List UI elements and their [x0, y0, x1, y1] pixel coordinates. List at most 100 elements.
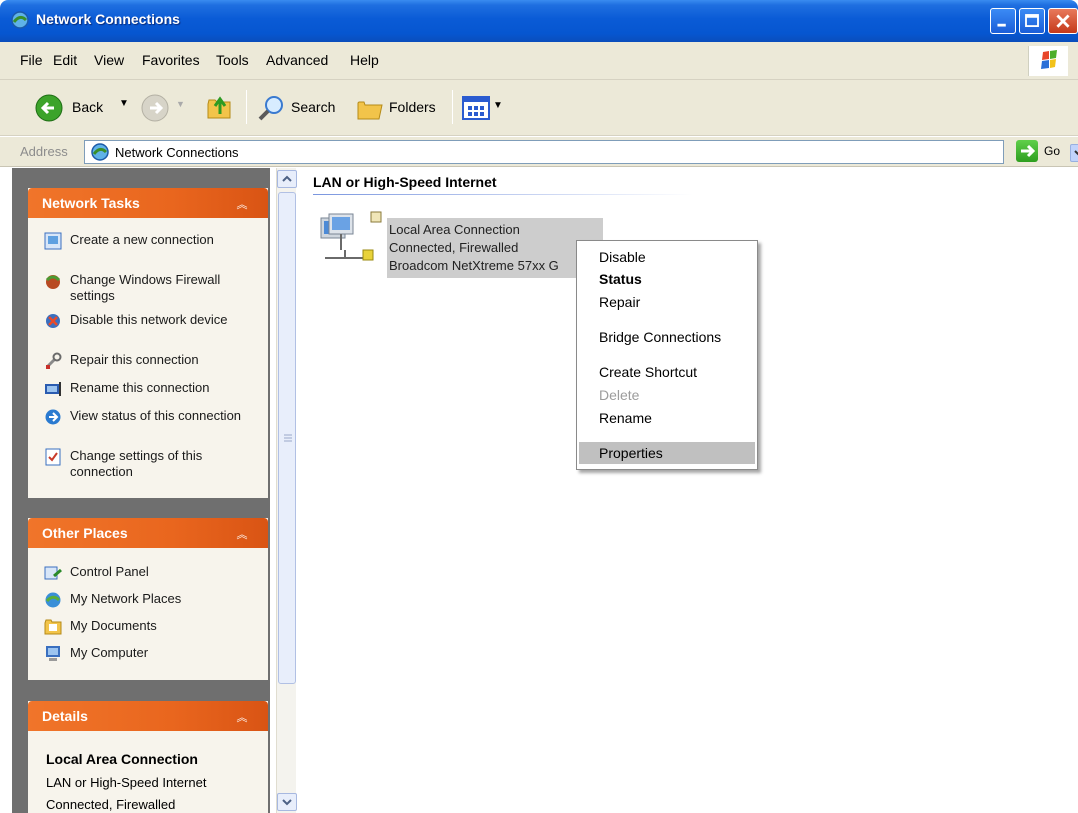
views-dropdown-icon: ▼ — [493, 100, 503, 111]
task-repair-connection[interactable]: Repair this connection — [44, 352, 250, 370]
properties-icon — [45, 448, 61, 466]
menu-separator — [581, 318, 753, 319]
maximize-icon — [1025, 14, 1039, 27]
place-control-panel[interactable]: Control Panel — [44, 564, 250, 582]
place-label: Control Panel — [70, 564, 149, 579]
menu-edit[interactable]: Edit — [53, 52, 77, 68]
chevron-up-icon — [282, 175, 292, 182]
chevron-up-icon[interactable]: ︽ — [234, 196, 250, 211]
network-places-icon — [45, 592, 61, 608]
menu-favorites[interactable]: Favorites — [142, 52, 200, 68]
network-connections-icon — [11, 11, 29, 29]
place-label: My Network Places — [70, 591, 182, 606]
minimize-button[interactable] — [990, 8, 1016, 34]
address-dropdown-button[interactable] — [1070, 144, 1078, 162]
chevron-up-icon[interactable]: ︽ — [234, 526, 250, 541]
details-status: Connected, Firewalled — [46, 797, 176, 812]
place-label: My Computer — [70, 645, 149, 660]
control-panel-icon — [44, 566, 62, 580]
task-rename-connection[interactable]: Rename this connection — [44, 380, 250, 398]
network-tasks-header[interactable]: Network Tasks ︽ — [28, 188, 268, 218]
task-label: Create a new connection — [70, 232, 214, 247]
lan-connection-icon — [320, 211, 382, 261]
scroll-down-button[interactable] — [277, 793, 297, 811]
task-firewall-settings[interactable]: Change Windows Firewall settings — [44, 272, 250, 304]
chevron-down-icon — [282, 799, 292, 806]
new-connection-icon — [44, 232, 62, 250]
search-icon — [258, 96, 283, 121]
address-value: Network Connections — [115, 145, 239, 160]
context-menu: Disable Status Repair Bridge Connections… — [576, 240, 758, 470]
windows-flag-icon — [1041, 50, 1057, 69]
search-button[interactable]: Search — [256, 92, 348, 124]
menu-item-properties[interactable]: Properties — [579, 442, 755, 464]
menu-item-status[interactable]: Status — [579, 268, 755, 290]
task-disable-device[interactable]: Disable this network device — [44, 312, 250, 330]
other-places-panel: Other Places ︽ Control Panel My Network … — [28, 518, 268, 680]
back-label: Back — [72, 99, 104, 115]
folders-icon — [357, 101, 383, 120]
menu-item-create-shortcut[interactable]: Create Shortcut — [579, 361, 755, 383]
place-my-computer[interactable]: My Computer — [44, 645, 250, 663]
menu-item-bridge-connections[interactable]: Bridge Connections — [579, 326, 755, 348]
panel-title: Network Tasks — [42, 195, 140, 211]
menu-help[interactable]: Help — [350, 52, 379, 68]
menu-item-rename[interactable]: Rename — [579, 407, 755, 429]
go-button[interactable] — [1016, 140, 1038, 162]
back-dropdown-icon[interactable]: ▼ — [119, 98, 129, 109]
menu-advanced[interactable]: Advanced — [266, 52, 328, 68]
menu-view[interactable]: View — [94, 52, 124, 68]
other-places-header[interactable]: Other Places ︽ — [28, 518, 268, 548]
scroll-up-button[interactable] — [277, 170, 297, 188]
menu-tools[interactable]: Tools — [216, 52, 249, 68]
task-label: View status of this connection — [70, 408, 242, 423]
search-label: Search — [291, 99, 336, 115]
task-label: Repair this connection — [70, 352, 199, 367]
firewall-icon — [45, 275, 61, 289]
address-label: Address — [20, 144, 68, 159]
menu-item-disable[interactable]: Disable — [579, 246, 755, 268]
details-type: LAN or High-Speed Internet — [46, 775, 207, 790]
group-divider — [313, 194, 693, 195]
address-bar: Address Network Connections Go — [0, 137, 1078, 167]
menu-item-delete: Delete — [599, 387, 640, 403]
scroll-thumb[interactable] — [278, 192, 296, 684]
details-header[interactable]: Details ︽ — [28, 701, 268, 731]
place-my-network-places[interactable]: My Network Places — [44, 591, 250, 609]
connection-device: Broadcom NetXtreme 57xx G — [389, 258, 559, 273]
task-pane: Network Tasks ︽ Create a new connection … — [12, 168, 270, 813]
maximize-button[interactable] — [1019, 8, 1045, 34]
menu-item-repair[interactable]: Repair — [579, 291, 755, 313]
address-input[interactable]: Network Connections — [84, 140, 1078, 164]
task-create-connection[interactable]: Create a new connection — [44, 232, 250, 250]
forward-dropdown-icon[interactable]: ▼ — [176, 99, 185, 109]
place-my-documents[interactable]: My Documents — [44, 618, 250, 636]
go-arrow-icon — [1021, 144, 1036, 158]
task-view-status[interactable]: View status of this connection — [44, 408, 250, 426]
forward-arrow-icon[interactable] — [140, 93, 170, 123]
menu-separator — [581, 434, 753, 435]
grip-icon — [284, 434, 292, 442]
close-icon — [1056, 14, 1070, 28]
connection-name: Local Area Connection — [389, 222, 520, 237]
up-folder-icon[interactable] — [205, 92, 235, 122]
menu-file[interactable]: File — [20, 52, 43, 68]
title-bar[interactable]: Network Connections — [0, 0, 1078, 42]
panel-title: Other Places — [42, 525, 128, 541]
task-change-settings[interactable]: Change settings of this connection — [44, 448, 250, 480]
go-label[interactable]: Go — [1044, 144, 1060, 158]
views-button[interactable]: ▼ — [462, 94, 512, 122]
task-label: Change settings of this connection — [70, 448, 203, 479]
close-button[interactable] — [1048, 8, 1078, 34]
disable-network-icon — [46, 314, 60, 328]
folders-button[interactable]: Folders — [355, 92, 447, 124]
chevron-up-icon[interactable]: ︽ — [234, 709, 250, 724]
vertical-scrollbar[interactable] — [276, 168, 297, 813]
details-name: Local Area Connection — [46, 751, 198, 767]
window-title: Network Connections — [36, 11, 180, 27]
network-tasks-panel: Network Tasks ︽ Create a new connection … — [28, 188, 268, 498]
views-icon — [462, 96, 490, 120]
back-button[interactable]: Back ▼ — [34, 92, 154, 124]
menu-separator — [581, 353, 753, 354]
back-arrow-icon — [35, 94, 63, 122]
